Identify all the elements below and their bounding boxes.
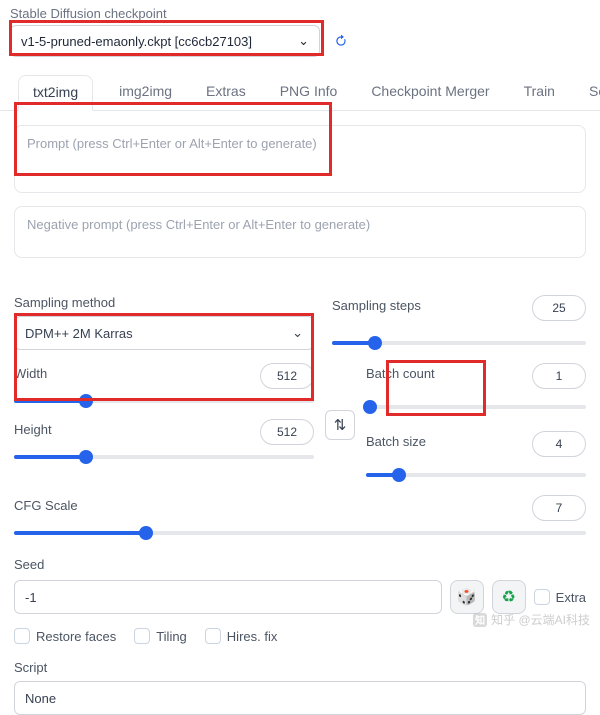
watermark: 知知乎 @云端AI科技 [473, 611, 590, 628]
sampling-method-select[interactable]: DPM++ 2M Karras ⌄ [14, 316, 314, 350]
chevron-down-icon: ⌄ [298, 33, 309, 49]
height-label: Height [14, 422, 52, 437]
dice-icon: 🎲 [457, 587, 477, 607]
height-value[interactable]: 512 [260, 419, 314, 445]
tab-txt2img[interactable]: txt2img [18, 75, 93, 111]
tab-train[interactable]: Train [516, 75, 563, 110]
batch-size-value[interactable]: 4 [532, 431, 586, 457]
hiresfix-checkbox[interactable] [205, 628, 221, 644]
refresh-checkpoint-button[interactable] [328, 28, 354, 54]
batch-count-label: Batch count [366, 366, 435, 381]
batch-size-label: Batch size [366, 434, 426, 449]
tiling-label: Tiling [156, 629, 187, 644]
checkpoint-label: Stable Diffusion checkpoint [10, 6, 590, 21]
zhihu-icon: 知 [473, 613, 487, 627]
dice-button[interactable]: 🎲 [450, 580, 484, 614]
chevron-down-icon: ⌄ [292, 325, 303, 341]
height-slider[interactable] [14, 445, 314, 469]
width-value[interactable]: 512 [260, 363, 314, 389]
seed-extra-label: Extra [556, 590, 586, 605]
cfg-scale-label: CFG Scale [14, 498, 78, 513]
seed-label: Seed [14, 557, 586, 572]
script-select[interactable]: None [14, 681, 586, 715]
cfg-scale-value[interactable]: 7 [532, 495, 586, 521]
width-slider[interactable] [14, 389, 314, 413]
sampling-method-label: Sampling method [14, 295, 314, 310]
cfg-scale-slider[interactable] [14, 521, 586, 545]
main-tabs: txt2img img2img Extras PNG Info Checkpoi… [0, 61, 600, 111]
batch-count-value[interactable]: 1 [532, 363, 586, 389]
tab-extras[interactable]: Extras [198, 75, 254, 110]
script-value: None [25, 691, 56, 706]
recycle-button[interactable]: ♻ [492, 580, 526, 614]
tab-pnginfo[interactable]: PNG Info [272, 75, 346, 110]
width-label: Width [14, 366, 47, 381]
restore-faces-checkbox[interactable] [14, 628, 30, 644]
refresh-icon [334, 32, 348, 50]
negative-prompt-input[interactable] [14, 206, 586, 258]
tiling-checkbox[interactable] [134, 628, 150, 644]
script-label: Script [14, 660, 586, 675]
checkpoint-select[interactable]: v1-5-pruned-emaonly.ckpt [cc6cb27103] ⌄ [10, 25, 320, 57]
restore-faces-label: Restore faces [36, 629, 116, 644]
tab-checkpoint-merger[interactable]: Checkpoint Merger [363, 75, 497, 110]
swap-icon: ⇅ [334, 416, 347, 434]
tab-settings[interactable]: Settings [581, 75, 600, 110]
recycle-icon: ♻ [501, 587, 515, 607]
hiresfix-label: Hires. fix [227, 629, 278, 644]
seed-input[interactable] [14, 580, 442, 614]
sampling-steps-slider[interactable] [332, 331, 586, 355]
sampling-method-value: DPM++ 2M Karras [25, 326, 133, 341]
swap-wh-button[interactable]: ⇅ [325, 410, 355, 440]
sampling-steps-label: Sampling steps [332, 298, 421, 313]
batch-count-slider[interactable] [366, 395, 586, 419]
seed-extra-checkbox[interactable] [534, 589, 550, 605]
prompt-input[interactable] [14, 125, 586, 193]
batch-size-slider[interactable] [366, 463, 586, 487]
sampling-steps-value[interactable]: 25 [532, 295, 586, 321]
tab-img2img[interactable]: img2img [111, 75, 180, 110]
checkpoint-value: v1-5-pruned-emaonly.ckpt [cc6cb27103] [21, 34, 252, 49]
